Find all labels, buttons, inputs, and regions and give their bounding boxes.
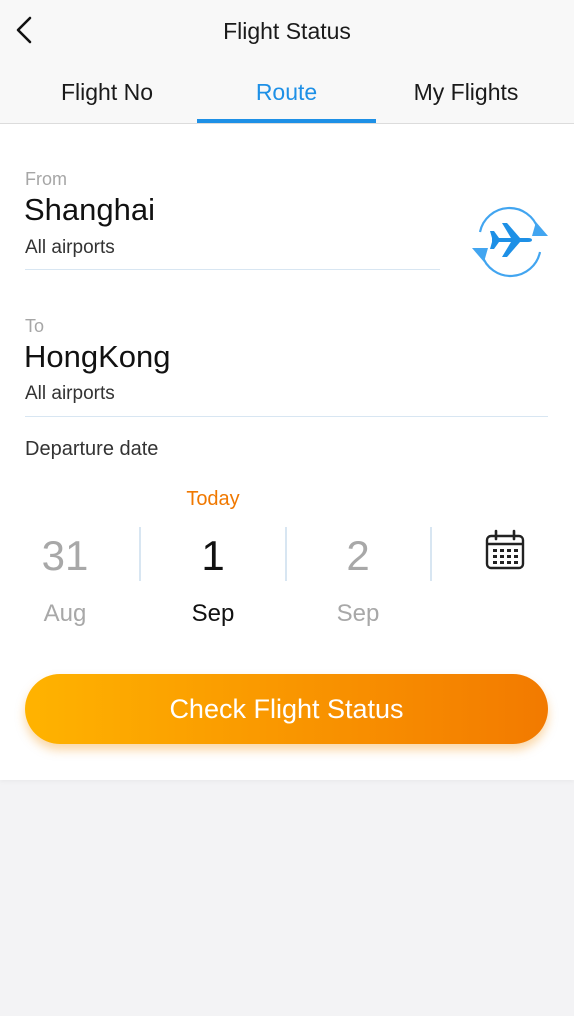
- page-title: Flight Status: [223, 18, 351, 44]
- date-day: 2: [346, 532, 370, 579]
- airplane-swap-icon: [472, 206, 548, 278]
- to-divider: [25, 416, 548, 417]
- date-month: Aug: [43, 600, 87, 627]
- date-separator: [430, 527, 432, 581]
- tab-bar: Flight No Route My Flights: [0, 60, 574, 124]
- date-month: Sep: [191, 600, 235, 627]
- date-separator: [139, 527, 141, 581]
- calendar-icon: [485, 529, 525, 570]
- date-day: 31: [41, 532, 89, 579]
- swap-route-button[interactable]: [470, 202, 550, 282]
- back-button[interactable]: [12, 14, 40, 46]
- check-flight-status-button[interactable]: Check Flight Status: [25, 674, 548, 744]
- tab-flight-no[interactable]: Flight No: [14, 60, 200, 124]
- date-separator: [285, 527, 287, 581]
- today-label: Today: [186, 488, 240, 510]
- tab-route[interactable]: Route: [197, 60, 376, 124]
- to-label: To: [25, 316, 45, 336]
- from-label: From: [25, 169, 67, 189]
- date-option-selected[interactable]: 1 Sep: [153, 530, 273, 628]
- from-divider: [25, 269, 440, 270]
- tab-my-flights[interactable]: My Flights: [376, 60, 556, 124]
- from-airports[interactable]: All airports: [25, 237, 115, 259]
- date-month: Sep: [336, 600, 380, 627]
- top-bar: Flight Status: [0, 0, 574, 60]
- date-option[interactable]: 2 Sep: [298, 530, 418, 628]
- departure-date-label: Departure date: [25, 438, 159, 460]
- chevron-left-icon: [16, 16, 32, 44]
- to-airports[interactable]: All airports: [25, 383, 115, 405]
- date-option[interactable]: 31 Aug: [5, 530, 125, 628]
- date-day: 1: [201, 532, 225, 579]
- to-city[interactable]: HongKong: [24, 339, 171, 375]
- from-city[interactable]: Shanghai: [24, 192, 155, 228]
- active-tab-indicator: [197, 119, 376, 123]
- calendar-button[interactable]: [484, 529, 526, 571]
